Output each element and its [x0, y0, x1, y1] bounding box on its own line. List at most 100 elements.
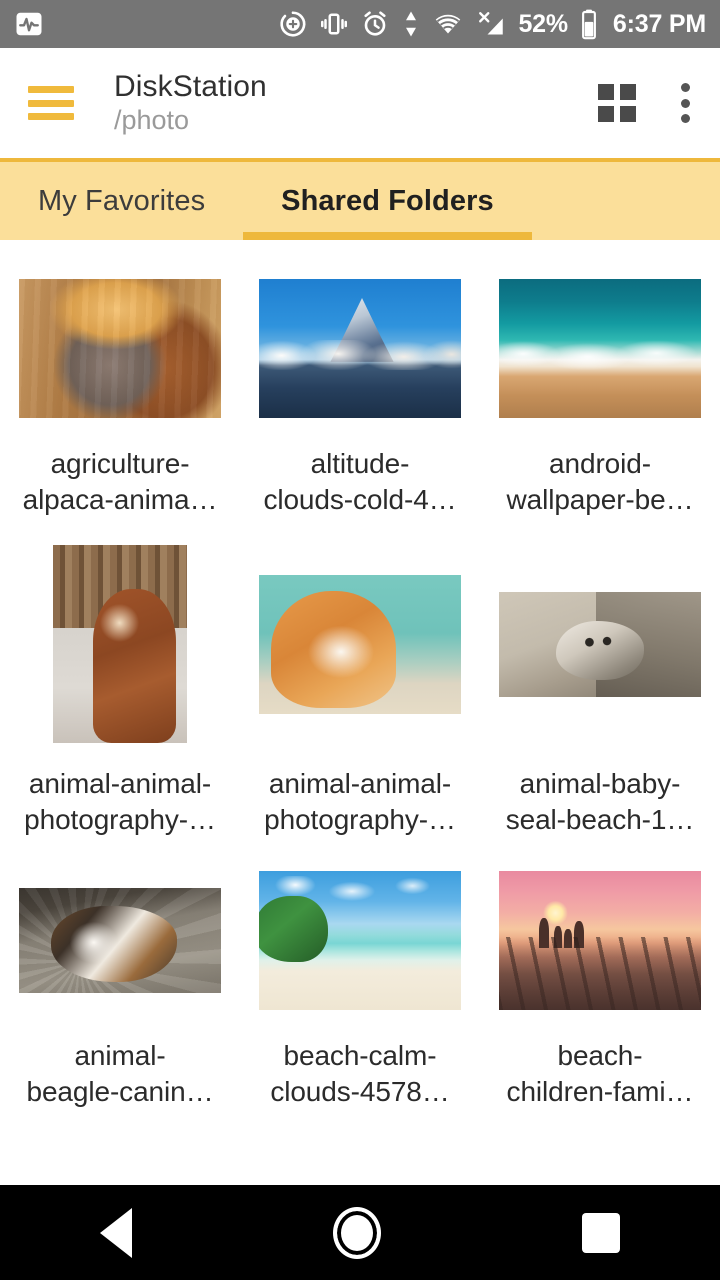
thumbnail-wrap [480, 272, 720, 424]
caption-line: photography-… [264, 803, 456, 835]
thumbnail [259, 278, 461, 418]
thumbnail [499, 870, 701, 1010]
grid-item[interactable]: animal-animal- photography-… [240, 522, 480, 842]
caption-line: altitude- [310, 448, 410, 479]
kebab-dot [680, 114, 690, 123]
grid-item[interactable]: beach-calm- clouds-4578… [240, 842, 480, 1114]
kebab-dot [680, 83, 690, 92]
grid-cell [620, 84, 636, 100]
caption-line: animal- [74, 1040, 166, 1071]
caption-line: beach-calm- [283, 1040, 437, 1071]
status-bar-clock: 6:37 PM [612, 9, 706, 38]
grid-item-caption: agriculture- alpaca-anima… [0, 446, 240, 522]
photo-aerial-surf [499, 278, 701, 418]
grid-cell [620, 106, 636, 122]
tab-my-favorites[interactable]: My Favorites [0, 162, 243, 240]
thumbnail [53, 545, 187, 743]
photo-alpaca-head [19, 278, 221, 418]
caption-line: beagle-canin… [26, 1075, 214, 1107]
photo-baby-seal [499, 591, 701, 697]
thumbnail [499, 278, 701, 418]
recents-button-icon[interactable] [581, 1212, 620, 1253]
photo-beagle-puppy [19, 887, 221, 993]
caption-line: children-fami… [506, 1075, 694, 1107]
grid-item[interactable]: agriculture- alpaca-anima… [0, 250, 240, 522]
silhouette-figure [539, 917, 550, 949]
silhouette-figure [563, 928, 572, 949]
grid-item[interactable]: animal- beagle-canin… [0, 842, 240, 1114]
hamburger-menu-icon[interactable] [28, 86, 74, 120]
caption-line: beach- [557, 1040, 643, 1071]
status-bar: 52% 6:37 PM [0, 0, 720, 48]
tab-label: My Favorites [38, 184, 206, 217]
grid-cell [598, 106, 614, 122]
caption-line: animal-baby- [519, 768, 681, 799]
grid-cell [598, 84, 614, 100]
grid-item-caption: beach- children-fami… [480, 1038, 720, 1114]
battery-icon [580, 8, 598, 40]
grid-item[interactable]: beach- children-fami… [480, 842, 720, 1114]
breadcrumb-path: /photo [114, 104, 190, 135]
page-title: DiskStation [114, 70, 267, 104]
kebab-dot [680, 98, 690, 108]
thumbnail [259, 574, 461, 714]
tab-shared-folders[interactable]: Shared Folders [243, 162, 532, 240]
app-bar-actions [598, 83, 698, 123]
photo-alpaca-standing [53, 545, 187, 743]
thumbnail-wrap [480, 864, 720, 1016]
data-transfer-icon [401, 9, 421, 39]
hamburger-line [28, 86, 74, 93]
more-options-icon[interactable] [680, 83, 690, 123]
grid-item-caption: altitude- clouds-cold-4… [240, 446, 480, 522]
caption-line: clouds-cold-4… [263, 483, 457, 515]
home-button-icon[interactable] [332, 1206, 381, 1259]
grid-item-caption: animal-baby- seal-beach-1… [480, 766, 720, 842]
signal-no-sim-icon [475, 9, 507, 39]
grid-item-caption: animal- beagle-canin… [0, 1038, 240, 1114]
folder-grid-container: agriculture- alpaca-anima… altitude- clo… [0, 240, 720, 1185]
caption-line: agriculture- [50, 448, 190, 479]
grid-item-caption: beach-calm- clouds-4578… [240, 1038, 480, 1114]
thumbnail-wrap [0, 272, 240, 424]
grid-item-caption: animal-animal- photography-… [240, 766, 480, 842]
grid-item[interactable]: animal-animal- photography-… [0, 522, 240, 842]
thumbnail-wrap [0, 864, 240, 1016]
grid-item[interactable]: android- wallpaper-be… [480, 250, 720, 522]
caption-line: animal-animal- [28, 768, 212, 799]
thumbnail-wrap [240, 272, 480, 424]
thumbnail-wrap [480, 544, 720, 744]
thumbnail [19, 278, 221, 418]
photo-tropical-beach [259, 870, 461, 1010]
thumbnail [259, 870, 461, 1010]
photo-mountain-peak [259, 278, 461, 418]
caption-line: alpaca-anima… [22, 483, 218, 515]
photo-ginger-cat [259, 574, 461, 714]
tab-label: Shared Folders [281, 184, 494, 217]
grid-view-icon[interactable] [598, 84, 636, 122]
thumbnail [499, 591, 701, 697]
thumbnail-wrap [240, 864, 480, 1016]
caption-line: seal-beach-1… [505, 803, 695, 835]
app-bar: DiskStation /photo [0, 48, 720, 158]
photo-pier-sunset [499, 870, 701, 1010]
thumbnail-wrap [240, 544, 480, 744]
grid-item[interactable]: animal-baby- seal-beach-1… [480, 522, 720, 842]
thumbnail-wrap [0, 544, 240, 744]
back-button-icon[interactable] [100, 1207, 133, 1258]
caption-line: clouds-4578… [270, 1075, 450, 1107]
status-bar-right: 52% 6:37 PM [278, 8, 706, 40]
caption-line: android- [549, 448, 651, 479]
status-bar-left [14, 9, 44, 39]
app-bar-titles: DiskStation /photo [114, 70, 598, 136]
activity-monitor-icon [14, 9, 44, 39]
silhouette-figure [573, 920, 584, 949]
wifi-icon [432, 9, 464, 39]
silhouette-figure [553, 926, 562, 949]
grid-item[interactable]: altitude- clouds-cold-4… [240, 250, 480, 522]
grid-item-caption: android- wallpaper-be… [480, 446, 720, 522]
hamburger-line [28, 99, 74, 107]
screenshot-capture-icon [278, 9, 308, 39]
caption-line: wallpaper-be… [506, 483, 694, 515]
caption-line: photography-… [24, 803, 216, 835]
hamburger-line [28, 113, 74, 120]
